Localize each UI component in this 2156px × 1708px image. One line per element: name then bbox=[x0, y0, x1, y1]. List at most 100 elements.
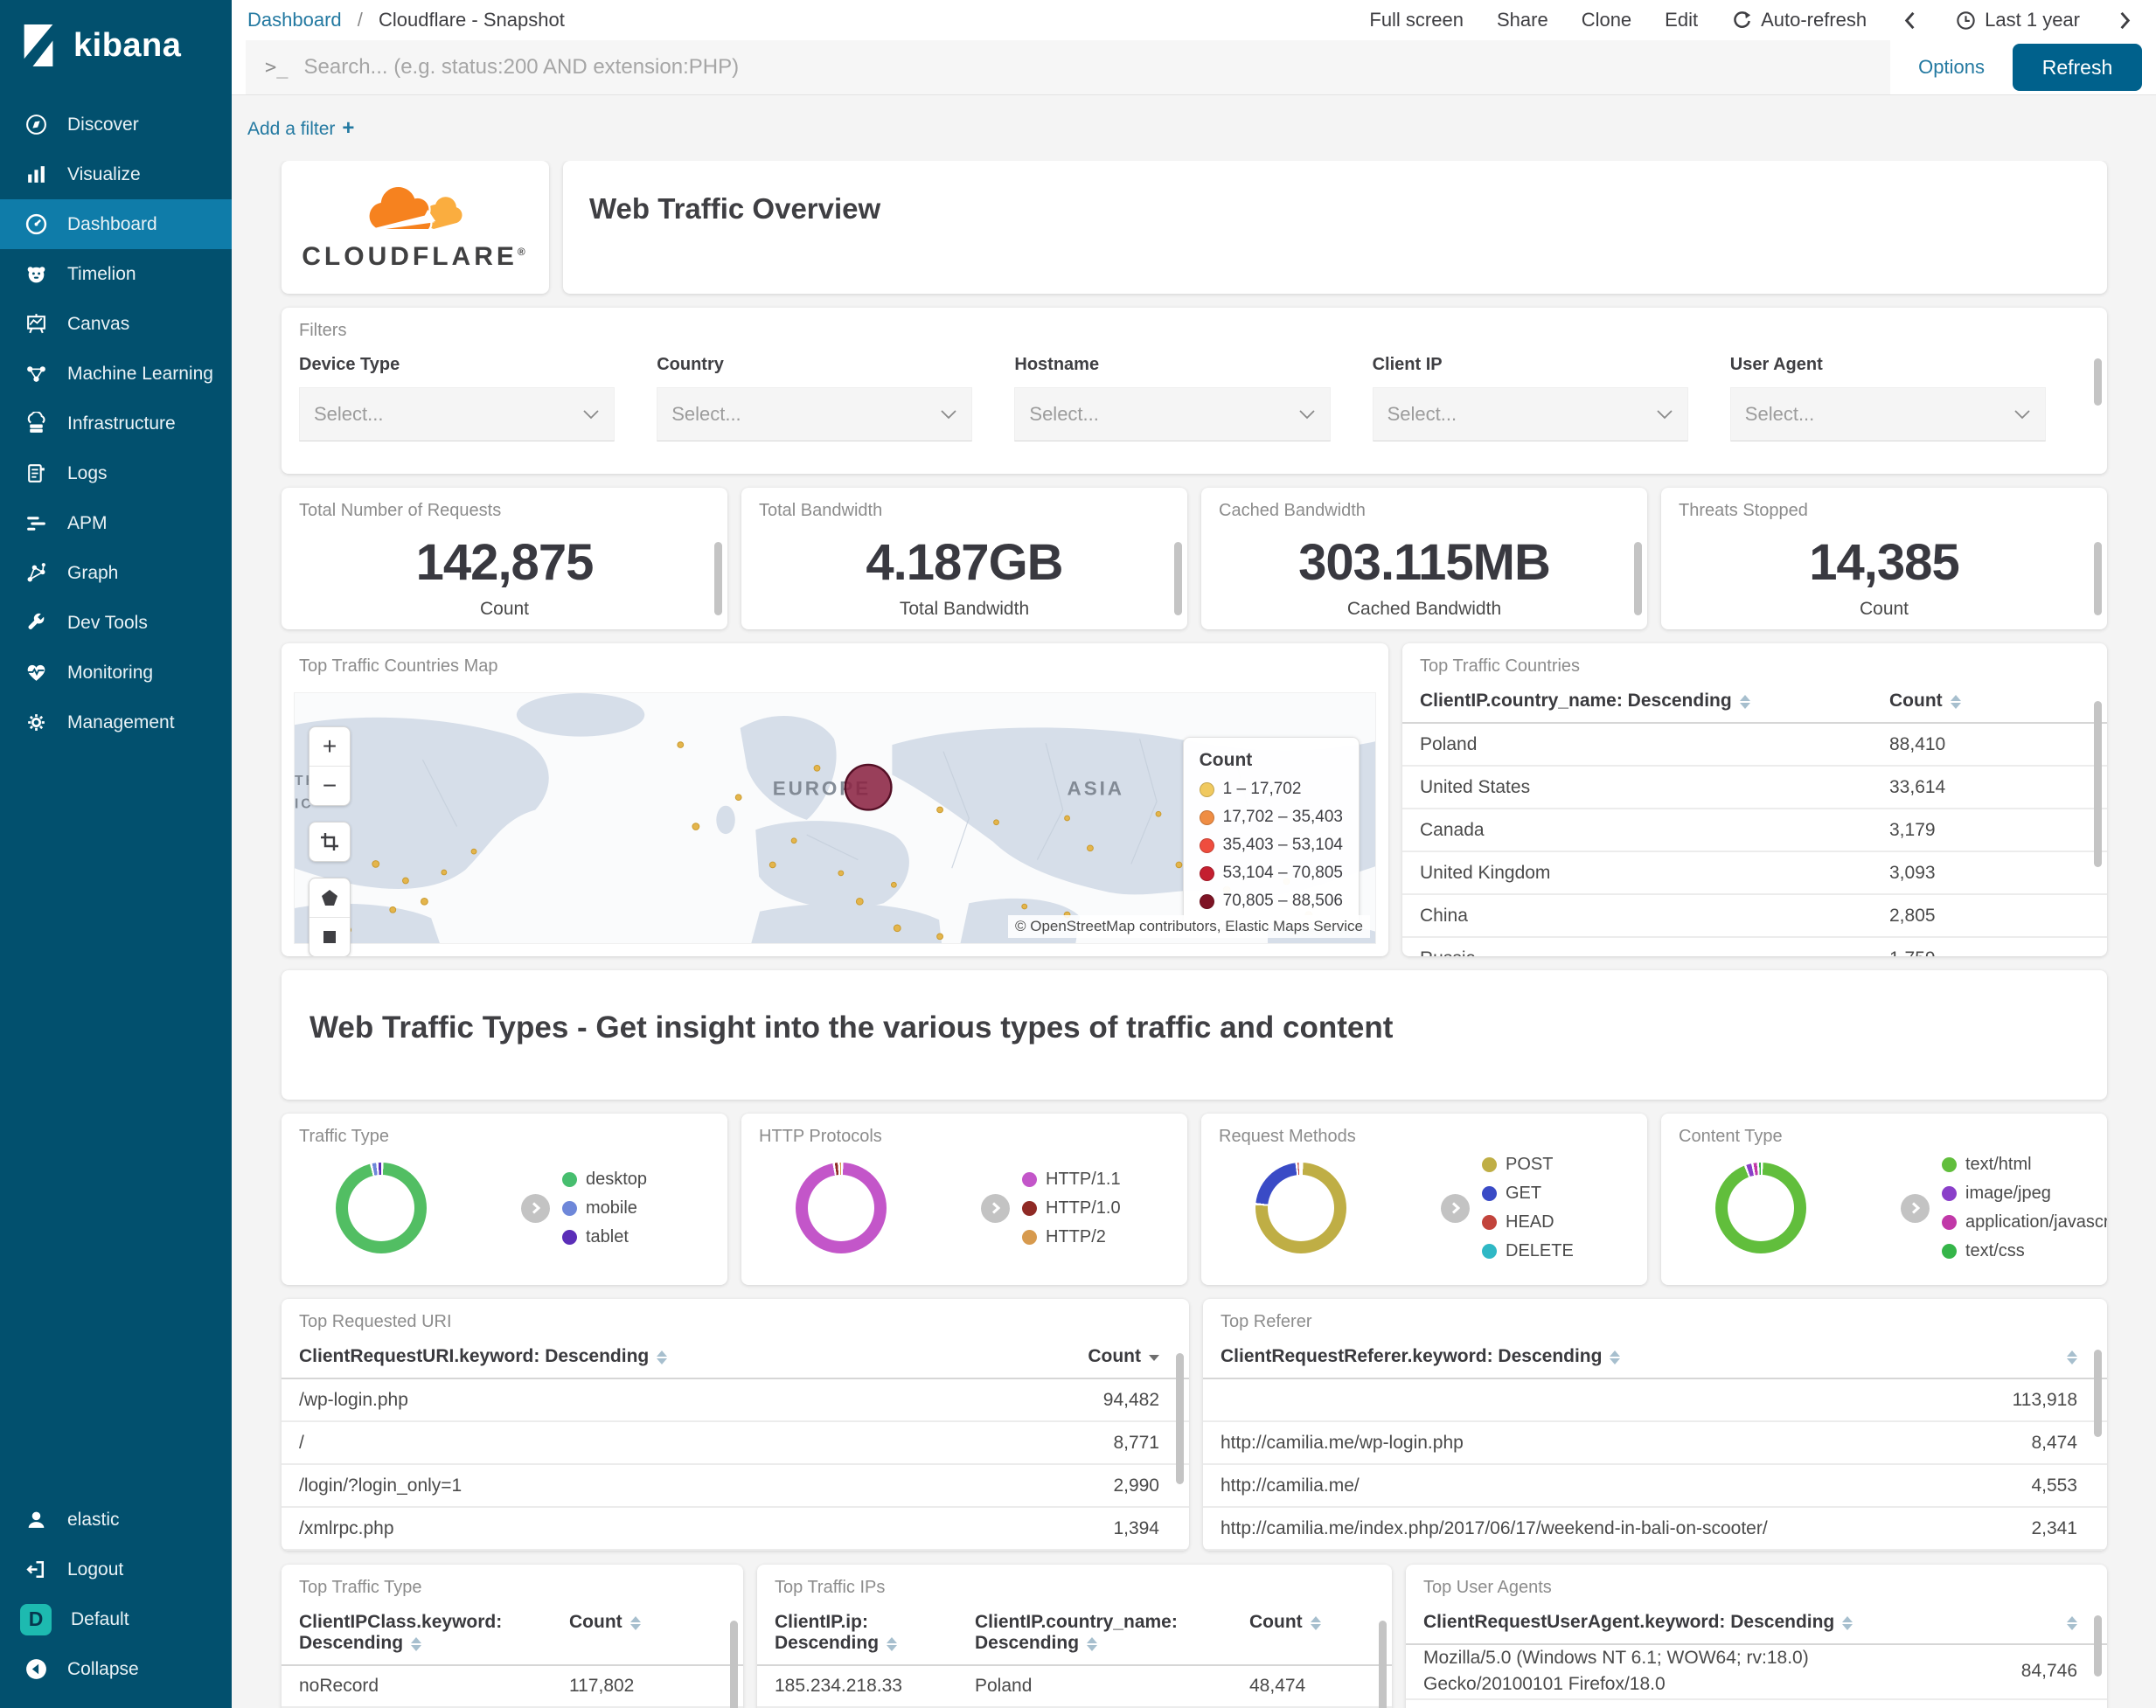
legend-expand-button[interactable] bbox=[1901, 1193, 1930, 1223]
legend-expand-button[interactable] bbox=[1441, 1193, 1470, 1223]
sidebar-item-monitoring[interactable]: Monitoring bbox=[0, 648, 232, 698]
column-header-clientrequestuseragent-keyword-descending[interactable]: ClientRequestUserAgent.keyword: Descendi… bbox=[1423, 1612, 1929, 1633]
column-header-count[interactable] bbox=[1929, 1612, 2090, 1633]
scrollbar-thumb[interactable] bbox=[1634, 542, 1642, 615]
scrollbar-thumb[interactable] bbox=[2094, 701, 2102, 867]
filter-select-client-ip[interactable]: Select... bbox=[1372, 387, 1688, 441]
sort-icon[interactable] bbox=[1610, 1350, 1621, 1365]
sort-icon[interactable] bbox=[887, 1637, 898, 1652]
clone-button[interactable]: Clone bbox=[1582, 9, 1631, 31]
donut-legend-item[interactable]: application/javascript bbox=[1942, 1208, 2107, 1237]
sort-icon[interactable] bbox=[1950, 695, 1961, 710]
sort-icon[interactable] bbox=[411, 1637, 422, 1652]
scrollbar-thumb[interactable] bbox=[2094, 1615, 2102, 1677]
filter-select-device-type[interactable]: Select... bbox=[299, 387, 616, 441]
sidebar-footer-elastic[interactable]: elastic bbox=[0, 1495, 232, 1545]
world-map[interactable]: EUROPE ASIA TH IC + − Count 1 – 17,702 1… bbox=[294, 692, 1376, 956]
sort-icon[interactable] bbox=[1310, 1616, 1321, 1631]
donut-legend-item[interactable]: HEAD bbox=[1482, 1208, 1574, 1237]
full-screen-button[interactable]: Full screen bbox=[1369, 9, 1464, 31]
donut-legend-item[interactable]: POST bbox=[1482, 1150, 1574, 1179]
filter-select-hostname[interactable]: Select... bbox=[1014, 387, 1331, 441]
donut-chart[interactable] bbox=[1715, 1163, 1806, 1253]
sidebar-item-infrastructure[interactable]: Infrastructure bbox=[0, 399, 232, 448]
sidebar-item-logs[interactable]: Logs bbox=[0, 448, 232, 498]
sort-icon[interactable] bbox=[2067, 1616, 2077, 1631]
sort-icon[interactable] bbox=[629, 1616, 641, 1631]
add-filter-link[interactable]: Add a filter + bbox=[247, 116, 354, 141]
column-header-count[interactable]: Count bbox=[1889, 691, 2090, 712]
donut-legend-item[interactable]: tablet bbox=[562, 1223, 647, 1252]
column-header-clientip-ip-descending[interactable]: ClientIP.ip: Descending bbox=[775, 1612, 975, 1654]
sidebar-item-graph[interactable]: Graph bbox=[0, 548, 232, 598]
scrollbar-thumb[interactable] bbox=[730, 1621, 738, 1708]
sidebar-footer-logout[interactable]: Logout bbox=[0, 1545, 232, 1594]
sidebar-footer-collapse[interactable]: Collapse bbox=[0, 1644, 232, 1694]
sidebar-item-timelion[interactable]: Timelion bbox=[0, 249, 232, 299]
auto-refresh-button[interactable]: Auto-refresh bbox=[1731, 9, 1867, 31]
options-link[interactable]: Options bbox=[1918, 56, 1985, 79]
edit-button[interactable]: Edit bbox=[1665, 9, 1698, 31]
scrollbar-thumb[interactable] bbox=[2094, 358, 2102, 406]
time-picker[interactable]: Last 1 year bbox=[1955, 9, 2080, 31]
map-zoom-out-button[interactable]: − bbox=[309, 766, 350, 805]
scrollbar-thumb[interactable] bbox=[1379, 1621, 1387, 1708]
scrollbar-thumb[interactable] bbox=[1174, 542, 1182, 615]
sort-icon[interactable] bbox=[1842, 1616, 1853, 1631]
donut-legend-item[interactable]: HTTP/2 bbox=[1022, 1223, 1121, 1252]
donut-legend-item[interactable]: text/html bbox=[1942, 1150, 2107, 1179]
sidebar-footer-default[interactable]: D Default bbox=[0, 1594, 232, 1644]
map-fit-bounds-button[interactable] bbox=[309, 823, 350, 861]
column-header-clientrequestreferer-keyword-descending[interactable]: ClientRequestReferer.keyword: Descending bbox=[1221, 1346, 1916, 1367]
time-forward-button[interactable] bbox=[2113, 10, 2135, 31]
scrollbar-thumb[interactable] bbox=[714, 542, 722, 615]
sidebar-item-dev-tools[interactable]: Dev Tools bbox=[0, 598, 232, 648]
donut-legend-item[interactable]: text/css bbox=[1942, 1237, 2107, 1266]
sort-icon[interactable] bbox=[1739, 695, 1750, 710]
sidebar-item-apm[interactable]: APM bbox=[0, 498, 232, 548]
column-header-count[interactable] bbox=[1916, 1346, 2090, 1367]
donut-legend-item[interactable]: HTTP/1.0 bbox=[1022, 1194, 1121, 1223]
map-attribution[interactable]: © OpenStreetMap contributors, Elastic Ma… bbox=[1007, 915, 1370, 938]
donut-chart[interactable] bbox=[796, 1163, 887, 1253]
kibana-logo[interactable]: kibana bbox=[0, 0, 232, 91]
legend-expand-button[interactable] bbox=[521, 1193, 550, 1223]
filter-select-country[interactable]: Select... bbox=[657, 387, 973, 441]
sort-icon[interactable] bbox=[657, 1350, 668, 1365]
sidebar-item-dashboard[interactable]: Dashboard bbox=[0, 199, 232, 249]
scrollbar-thumb[interactable] bbox=[2094, 542, 2102, 615]
sort-icon[interactable] bbox=[2067, 1350, 2077, 1365]
column-header-clientip-country-name-descending[interactable]: ClientIP.country_name: Descending bbox=[1420, 691, 1889, 712]
filter-select-user-agent[interactable]: Select... bbox=[1729, 387, 2046, 441]
sidebar-item-canvas[interactable]: Canvas bbox=[0, 299, 232, 349]
donut-legend-item[interactable]: HTTP/1.1 bbox=[1022, 1165, 1121, 1194]
donut-legend-item[interactable]: image/jpeg bbox=[1942, 1179, 2107, 1208]
donut-legend-item[interactable]: DELETE bbox=[1482, 1237, 1574, 1266]
refresh-button[interactable]: Refresh bbox=[2013, 44, 2142, 91]
column-header-count[interactable]: Count bbox=[569, 1612, 726, 1633]
column-header-count[interactable]: Count bbox=[1002, 1346, 1172, 1367]
sort-icon[interactable] bbox=[1149, 1354, 1159, 1361]
donut-legend-item[interactable]: desktop bbox=[562, 1165, 647, 1194]
share-button[interactable]: Share bbox=[1497, 9, 1548, 31]
column-header-count[interactable]: Count bbox=[1249, 1612, 1374, 1633]
sort-icon[interactable] bbox=[1087, 1637, 1098, 1652]
legend-expand-button[interactable] bbox=[981, 1193, 1010, 1223]
column-header-clientrequesturi-keyword-descending[interactable]: ClientRequestURI.keyword: Descending bbox=[299, 1346, 1002, 1367]
sidebar-item-management[interactable]: Management bbox=[0, 698, 232, 747]
column-header-clientipclass-keyword-descending[interactable]: ClientIPClass.keyword: Descending bbox=[299, 1612, 569, 1654]
scrollbar-thumb[interactable] bbox=[2094, 1350, 2102, 1437]
map-polygon-select-button[interactable] bbox=[309, 878, 350, 917]
map-rect-select-button[interactable] bbox=[309, 917, 350, 956]
search-input[interactable]: >_ Search... (e.g. status:200 AND extens… bbox=[246, 40, 1891, 94]
time-back-button[interactable] bbox=[1900, 10, 1922, 31]
breadcrumb-dashboard-link[interactable]: Dashboard bbox=[247, 9, 342, 31]
sidebar-item-discover[interactable]: Discover bbox=[0, 100, 232, 149]
donut-chart[interactable] bbox=[1255, 1163, 1346, 1253]
scrollbar-thumb[interactable] bbox=[1176, 1353, 1184, 1484]
map-zoom-in-button[interactable]: + bbox=[309, 727, 350, 766]
donut-chart[interactable] bbox=[336, 1163, 427, 1253]
donut-legend-item[interactable]: GET bbox=[1482, 1179, 1574, 1208]
sidebar-item-visualize[interactable]: Visualize bbox=[0, 149, 232, 199]
donut-legend-item[interactable]: mobile bbox=[562, 1194, 647, 1223]
